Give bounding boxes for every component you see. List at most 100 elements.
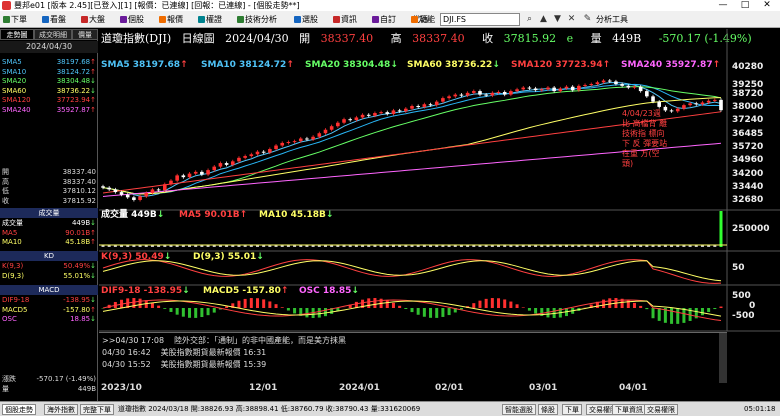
kd_legend-text: K(9,3) 50.49 — [101, 252, 164, 262]
minimize-button[interactable]: — — [712, 0, 734, 11]
vol_legend-item: 成交量 449B↓ — [101, 210, 164, 221]
volume-axis-label: 250000 — [732, 224, 770, 234]
row-value-text: 38337.40 — [62, 177, 96, 186]
candle-body — [465, 92, 470, 96]
menu-market[interactable]: 大盤 — [81, 14, 105, 26]
left-panel-tabs: 走勢圖 成交明細 價量 — [0, 29, 98, 40]
status-button[interactable]: 智能選股 — [502, 404, 536, 415]
menu-function[interactable]: 功能 — [411, 14, 435, 26]
candle-body — [237, 157, 241, 162]
status-tab-full-order[interactable]: 完整下單 — [80, 404, 114, 415]
row-value: 37815.92 — [63, 197, 96, 206]
candle-body — [317, 133, 322, 137]
volume-bar — [589, 245, 593, 247]
status-button[interactable]: 交易權限 — [644, 404, 678, 415]
menu-order[interactable]: 下單 — [3, 14, 27, 26]
volume-bar — [509, 245, 513, 247]
status-button[interactable]: 條股 — [538, 404, 558, 415]
news-item[interactable]: 04/30 16:42 美股指數期貨最新報價 16:31 — [102, 347, 266, 358]
tab-price-volume[interactable]: 價量 — [72, 29, 98, 40]
market-icon — [81, 16, 88, 23]
left-date: 2024/04/30 — [0, 41, 98, 53]
status-button[interactable]: 下單資訊 — [612, 404, 646, 415]
osc-bar — [181, 308, 185, 317]
volume-bar — [373, 245, 377, 247]
volume-bar — [546, 245, 550, 247]
close-symbol-icon[interactable]: ✕ — [566, 14, 577, 25]
candle-body — [366, 114, 371, 116]
status-tab-overseas[interactable]: 海外指數 — [44, 404, 78, 415]
price-tick-label: 38720 — [732, 89, 764, 100]
chart-area[interactable]: 道瓊指數(DJI) 日線圖 2024/04/30 開 38337.40 高 38… — [99, 29, 780, 401]
row-value-text: 38304.48 — [56, 77, 91, 85]
candle-body — [651, 96, 655, 102]
vol_legend-text: 成交量 449B — [101, 210, 157, 220]
row-label: SMA120 — [2, 96, 31, 104]
volume-bar — [626, 245, 630, 247]
down-arrow-icon[interactable]: ▼ — [552, 14, 563, 25]
window-title: 豐邦e01 [版本 2.45][已登入][1] [報價：已連線] [回報：已連線… — [14, 1, 300, 10]
volume-bar — [256, 245, 259, 247]
candle-body — [626, 85, 631, 88]
news-item[interactable]: >>04/30 17:08 陸外交部：「通制」的非中國產能，而是美方抹黑 — [102, 335, 346, 346]
tools-icon[interactable]: ✎ — [582, 14, 593, 25]
close-button[interactable]: ✕ — [756, 0, 778, 11]
volume-bar — [459, 245, 463, 247]
row-value: 35927.87↑ — [57, 106, 96, 115]
candle-body — [478, 91, 482, 95]
row-value-text: 38736.22 — [56, 86, 91, 95]
menu-custom[interactable]: 自訂 — [372, 14, 396, 26]
volume-bar — [231, 245, 235, 247]
menu-price[interactable]: 報價 — [159, 14, 183, 26]
volume-bar — [521, 245, 525, 247]
osc-bar — [676, 308, 680, 324]
menu-info[interactable]: 資訊 — [333, 14, 357, 26]
tab-trend[interactable]: 走勢圖 — [0, 29, 34, 40]
macd-axis-high: 500 — [732, 291, 751, 301]
news-item[interactable]: 04/30 15:52 美股指數期貨最新報價 15:39 — [102, 359, 266, 370]
status-tab-stock-trend[interactable]: 個股走勢 — [2, 404, 36, 415]
trend-up-icon: ↑ — [280, 286, 289, 296]
osc-bar — [262, 299, 266, 308]
macd-row: DIF9-18 -138.95↓ — [2, 296, 96, 305]
candle-body — [422, 104, 427, 107]
trend-down-icon: ↓ — [163, 252, 172, 262]
news-scrollbar[interactable] — [719, 333, 727, 383]
candle-body — [169, 180, 173, 185]
osc-bar — [323, 308, 327, 317]
tab-detail[interactable]: 成交明細 — [34, 29, 72, 40]
candle-body — [200, 171, 204, 175]
menu-label: 看盤 — [50, 15, 66, 24]
row-value: 18.85↓ — [70, 315, 96, 324]
search-icon[interactable]: ⌕ — [524, 14, 535, 25]
volume-bar — [132, 245, 136, 247]
menu-quote[interactable]: 看盤 — [42, 14, 66, 26]
volume-bar — [410, 245, 414, 247]
analysis-tools-menu[interactable]: 分析工具 — [596, 14, 628, 26]
menu-ta[interactable]: 技術分析 — [237, 14, 277, 26]
candle-body — [230, 161, 235, 165]
trend-up-icon: ↑ — [90, 105, 96, 114]
macd_legend-item: DIF9-18 -138.95↓ — [101, 286, 190, 297]
candle-body — [132, 197, 136, 200]
menu-screener[interactable]: 選股 — [294, 14, 318, 26]
menu-warrant[interactable]: 權證 — [198, 14, 222, 26]
candle-body — [496, 91, 501, 93]
volume-bar — [663, 245, 667, 247]
status-button[interactable]: 下單 — [562, 404, 582, 415]
candle-body — [682, 105, 686, 109]
volume-bar — [503, 245, 507, 247]
volume-bar — [515, 245, 519, 247]
volume-bar — [194, 245, 198, 247]
volume-bar — [719, 211, 723, 247]
osc-bar — [497, 298, 501, 308]
volume-bar — [150, 245, 154, 247]
symbol-input[interactable] — [440, 13, 520, 26]
maximize-button[interactable]: □ — [734, 0, 756, 11]
macd-section-header: MACD — [0, 285, 98, 295]
up-arrow-icon[interactable]: ▲ — [538, 14, 549, 25]
volume-bar — [361, 245, 365, 247]
row-label: MACD5 — [2, 305, 28, 314]
menu-stock[interactable]: 個股 — [120, 14, 144, 26]
candle-body — [354, 117, 359, 121]
